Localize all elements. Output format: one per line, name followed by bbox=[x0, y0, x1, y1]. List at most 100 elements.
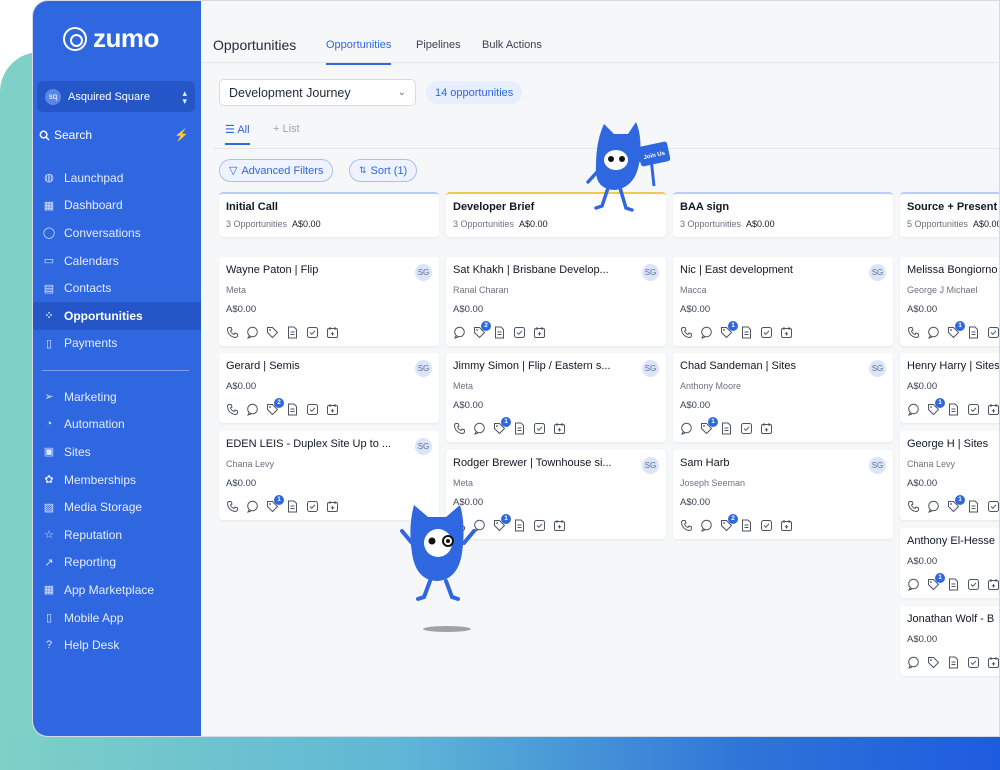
tag-icon[interactable]: 1 bbox=[947, 494, 965, 513]
chat-icon[interactable] bbox=[700, 326, 713, 339]
pipeline-select[interactable]: Development Journey ⌄ bbox=[219, 79, 416, 106]
sidebar-item-contacts[interactable]: ▤ Contacts bbox=[33, 274, 201, 302]
tag-icon[interactable]: 1 bbox=[700, 416, 718, 435]
tag-icon[interactable]: 1 bbox=[927, 397, 945, 416]
cal-icon[interactable] bbox=[780, 519, 793, 532]
check-icon[interactable] bbox=[987, 326, 999, 339]
check-icon[interactable] bbox=[533, 519, 546, 532]
cal-icon[interactable] bbox=[326, 403, 339, 416]
sidebar-item-conversations[interactable]: ◯ Conversations bbox=[33, 219, 201, 247]
tag-icon[interactable]: 2 bbox=[473, 320, 491, 339]
tag-icon[interactable] bbox=[927, 656, 940, 669]
doc-icon[interactable] bbox=[493, 326, 506, 339]
opportunity-card[interactable]: Jimmy Simon | Flip / Eastern s... SG Meta A… bbox=[446, 353, 666, 442]
phone-icon[interactable] bbox=[680, 519, 693, 532]
cal-icon[interactable] bbox=[987, 578, 999, 591]
tag-icon[interactable]: 1 bbox=[720, 320, 738, 339]
doc-icon[interactable] bbox=[286, 403, 299, 416]
sidebar-item-opportunities[interactable]: ⁘ Opportunities bbox=[33, 301, 201, 330]
sidebar-item-reputation[interactable]: ☆ Reputation bbox=[33, 521, 201, 549]
opportunity-card[interactable]: Henry Harry | Sites A$0.00 1 bbox=[900, 353, 999, 423]
doc-icon[interactable] bbox=[513, 519, 526, 532]
stage-header[interactable]: Source + Present 5 Opportunities A$0.00 bbox=[900, 192, 999, 237]
avatar[interactable]: SG bbox=[869, 457, 886, 474]
chat-icon[interactable] bbox=[700, 519, 713, 532]
check-icon[interactable] bbox=[306, 326, 319, 339]
opportunity-card[interactable]: Anthony El-Hesse A$0.00 1 bbox=[900, 528, 999, 598]
phone-icon[interactable] bbox=[680, 326, 693, 339]
doc-icon[interactable] bbox=[286, 500, 299, 513]
cal-icon[interactable] bbox=[987, 403, 999, 416]
doc-icon[interactable] bbox=[967, 326, 980, 339]
phone-icon[interactable] bbox=[907, 500, 920, 513]
cal-icon[interactable] bbox=[326, 326, 339, 339]
avatar[interactable]: SG bbox=[869, 360, 886, 377]
avatar[interactable]: SG bbox=[642, 264, 659, 281]
cal-icon[interactable] bbox=[326, 500, 339, 513]
check-icon[interactable] bbox=[740, 422, 753, 435]
doc-icon[interactable] bbox=[286, 326, 299, 339]
chat-icon[interactable] bbox=[907, 656, 920, 669]
tab-opportunities[interactable]: Opportunities bbox=[326, 39, 392, 65]
check-icon[interactable] bbox=[760, 326, 773, 339]
check-icon[interactable] bbox=[533, 422, 546, 435]
sidebar-item-reporting[interactable]: ↗ Reporting bbox=[33, 549, 201, 577]
sidebar-item-marketing[interactable]: ➢ Marketing bbox=[33, 383, 201, 411]
tag-icon[interactable]: 1 bbox=[493, 416, 511, 435]
chat-icon[interactable] bbox=[927, 500, 940, 513]
doc-icon[interactable] bbox=[967, 500, 980, 513]
doc-icon[interactable] bbox=[513, 422, 526, 435]
cal-icon[interactable] bbox=[987, 656, 999, 669]
view-list-tab[interactable]: + List bbox=[273, 123, 300, 135]
opportunity-card[interactable]: Sat Khakh | Brisbane Develop... SG Ranal C… bbox=[446, 257, 666, 346]
sidebar-search[interactable]: Search ⚡ bbox=[39, 128, 189, 142]
chat-icon[interactable] bbox=[453, 326, 466, 339]
bolt-icon[interactable]: ⚡ bbox=[174, 128, 189, 142]
doc-icon[interactable] bbox=[740, 519, 753, 532]
tag-icon[interactable]: 2 bbox=[720, 513, 738, 532]
tab-bulk-actions[interactable]: Bulk Actions bbox=[482, 39, 542, 51]
stage-header[interactable]: BAA sign 3 Opportunities A$0.00 bbox=[673, 192, 893, 237]
stage-header[interactable]: Initial Call 3 Opportunities A$0.00 bbox=[219, 192, 439, 237]
doc-icon[interactable] bbox=[947, 403, 960, 416]
check-icon[interactable] bbox=[306, 500, 319, 513]
sidebar-item-memberships[interactable]: ✿ Memberships bbox=[33, 466, 201, 494]
tag-icon[interactable]: 1 bbox=[947, 320, 965, 339]
chat-icon[interactable] bbox=[246, 326, 259, 339]
chat-icon[interactable] bbox=[680, 422, 693, 435]
opportunity-card[interactable]: Jonathan Wolf - B A$0.00 bbox=[900, 606, 999, 676]
tag-icon[interactable]: 2 bbox=[266, 397, 284, 416]
avatar[interactable]: SG bbox=[642, 457, 659, 474]
check-icon[interactable] bbox=[967, 578, 980, 591]
cal-icon[interactable] bbox=[760, 422, 773, 435]
phone-icon[interactable] bbox=[453, 422, 466, 435]
avatar[interactable]: SG bbox=[642, 360, 659, 377]
avatar[interactable]: SG bbox=[415, 360, 432, 377]
sidebar-item-payments[interactable]: ▯ Payments bbox=[33, 330, 201, 358]
doc-icon[interactable] bbox=[947, 656, 960, 669]
sidebar-item-dashboard[interactable]: ▦ Dashboard bbox=[33, 192, 201, 220]
check-icon[interactable] bbox=[967, 403, 980, 416]
doc-icon[interactable] bbox=[740, 326, 753, 339]
check-icon[interactable] bbox=[760, 519, 773, 532]
opportunity-card[interactable]: Melissa Bongiorno George J Michael A$0.00 1 bbox=[900, 257, 999, 346]
view-all-tab[interactable]: ☰ All bbox=[225, 123, 250, 145]
chat-icon[interactable] bbox=[927, 326, 940, 339]
cal-icon[interactable] bbox=[553, 422, 566, 435]
tab-pipelines[interactable]: Pipelines bbox=[416, 39, 461, 51]
sidebar-item-calendars[interactable]: ▭ Calendars bbox=[33, 247, 201, 275]
chat-icon[interactable] bbox=[907, 578, 920, 591]
opportunity-card[interactable]: George H | Sites Chana Levy A$0.00 1 bbox=[900, 431, 999, 520]
opportunity-card[interactable]: Gerard | Semis SG A$0.00 2 bbox=[219, 353, 439, 423]
brand-logo[interactable]: zumo bbox=[63, 23, 159, 54]
chat-icon[interactable] bbox=[473, 422, 486, 435]
sidebar-item-launchpad[interactable]: ◍ Launchpad bbox=[33, 164, 201, 192]
cal-icon[interactable] bbox=[780, 326, 793, 339]
check-icon[interactable] bbox=[513, 326, 526, 339]
avatar[interactable]: SG bbox=[415, 438, 432, 455]
sidebar-item-sites[interactable]: ▣ Sites bbox=[33, 438, 201, 466]
sort-button[interactable]: ⇅ Sort (1) bbox=[349, 159, 418, 182]
opportunity-card[interactable]: Nic | East development SG Macca A$0.00 1 bbox=[673, 257, 893, 346]
doc-icon[interactable] bbox=[720, 422, 733, 435]
phone-icon[interactable] bbox=[226, 326, 239, 339]
